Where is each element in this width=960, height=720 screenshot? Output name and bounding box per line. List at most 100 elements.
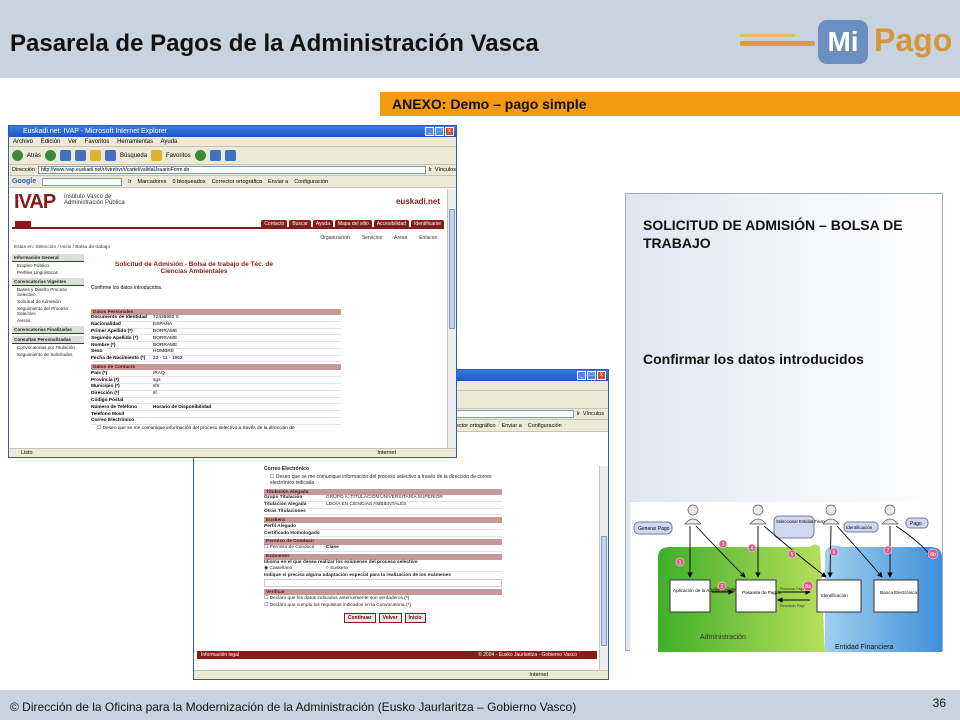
subnav-servicios[interactable]: Servicios (362, 235, 382, 241)
back-label[interactable]: Atrás (27, 153, 41, 159)
radio-euskera[interactable]: Euskera (330, 566, 348, 571)
maximize-icon[interactable]: □ (435, 127, 444, 136)
back-page-content: Correo Electrónico ☐ Deseo que se me com… (264, 465, 502, 624)
legal-bar: Información legal © 2004 - Eusko Jaurlar… (197, 651, 597, 659)
favorites-icon[interactable] (151, 150, 163, 161)
checkbox-row[interactable]: ☐ Deseo que se me comunique información … (91, 425, 341, 431)
minimize-icon[interactable]: _ (577, 371, 586, 380)
continue-button[interactable]: Continuar (344, 613, 376, 624)
field-label: Titulación Alegada (264, 502, 307, 508)
refresh-icon[interactable] (75, 150, 87, 161)
tab-accesibilidad[interactable]: Accesibilidad (373, 220, 410, 228)
google-go[interactable]: Ir (128, 176, 131, 187)
close-icon[interactable]: x (445, 127, 454, 136)
go-button[interactable]: Ir (429, 165, 432, 176)
settings-button[interactable]: Configuración (294, 176, 328, 187)
menu-ver[interactable]: Ver (68, 139, 77, 145)
tab-contacto[interactable]: Contacto (261, 220, 288, 228)
spellcheck-button[interactable]: Corrector ortográfico (212, 176, 262, 187)
send-to-button[interactable]: Enviar a (268, 176, 288, 187)
adaptation-textarea[interactable] (264, 579, 502, 588)
maximize-icon[interactable]: □ (587, 371, 596, 380)
scrollbar[interactable] (599, 466, 608, 670)
sidebar-item[interactable]: Empleo Público (12, 262, 84, 269)
menu-ayuda[interactable]: Ayuda (160, 139, 177, 145)
copyright-text: © 2004 - Eusko Jaurlaritza - Gobierno Va… (478, 652, 577, 658)
mail-icon[interactable] (209, 150, 221, 161)
sidebar-item[interactable]: Seguimiento del Proceso Selectivo (12, 305, 84, 317)
field-value (153, 412, 341, 417)
subnav-areas[interactable]: Áreas (394, 235, 407, 241)
google-search-input[interactable] (42, 178, 123, 186)
menu-herramientas[interactable]: Herramientas (117, 139, 153, 145)
home-button[interactable]: Inicio (404, 613, 426, 624)
arrow-label: Resultado Pago (780, 604, 805, 608)
subnav-organizacion[interactable]: Organización (320, 235, 349, 241)
checkbox-label: Declaro que cumplo los requisitos indica… (269, 603, 411, 609)
checkbox-row[interactable]: ☐ Declaro que cumplo los requisitos indi… (264, 602, 502, 609)
field-value (153, 418, 341, 423)
subnav-enlaces[interactable]: Enlaces (419, 235, 437, 241)
panel-subheading: Confirmar los datos introducidos (643, 351, 864, 367)
popup-blocker[interactable]: 0 bloqueados (173, 176, 206, 187)
home-icon[interactable] (90, 150, 102, 161)
field-label: Segundo Apellido (*) (91, 335, 138, 341)
user-icon (687, 504, 699, 516)
back-button[interactable]: Volver (378, 613, 402, 624)
scrollbar[interactable] (447, 189, 456, 448)
minimize-icon[interactable]: _ (425, 127, 434, 136)
tab-identificarse[interactable]: Identificarse (411, 220, 444, 228)
bookmarks-button[interactable]: Marcadores (138, 176, 167, 187)
browser-window-front[interactable]: Euskadi.net: IVAP - Microsoft Internet E… (8, 125, 457, 458)
checkbox-row[interactable]: ☐ Permiso de Conducir Clase (264, 545, 502, 552)
google-toolbar-item[interactable]: Enviar a (502, 420, 522, 431)
window-titlebar[interactable]: Euskadi.net: IVAP - Microsoft Internet E… (9, 126, 456, 137)
step-badge: 6 (833, 550, 836, 556)
field-label: Fecha de Nacimiento (*) (91, 356, 146, 362)
links-label[interactable]: Vínculos (435, 165, 456, 176)
euskadi-logo: euskadi.net (395, 197, 440, 206)
sidebar-item[interactable]: Perfiles Lingüísticos (12, 269, 84, 276)
menu-archivo[interactable]: Archivo (13, 139, 33, 145)
forward-arrow-icon[interactable] (45, 150, 57, 161)
close-icon[interactable]: x (597, 371, 606, 380)
back-arrow-icon[interactable] (12, 150, 23, 161)
favorites-label[interactable]: Favoritos (166, 153, 191, 159)
menu-edicion[interactable]: Edición (41, 139, 61, 145)
tab-ayuda[interactable]: Ayuda (312, 220, 333, 228)
stop-icon[interactable] (60, 150, 72, 161)
field-label: Grupo Titulación (264, 495, 303, 501)
field-value: sf (153, 391, 157, 397)
sidebar-item[interactable]: Seguimiento de Solicitudes (12, 351, 84, 358)
radio-group[interactable]: ◉ Castellano ○ Euskera (264, 566, 502, 573)
legal-link[interactable]: Información legal (201, 652, 239, 658)
search-label[interactable]: Búsqueda (120, 153, 147, 159)
role-label: Pago (910, 521, 922, 527)
arrow-label: Presentar Pago (780, 587, 804, 591)
print-icon[interactable] (224, 150, 236, 161)
checkbox-label: Permiso de Conducir (269, 545, 315, 551)
address-input[interactable]: http://www.ivap.euskadi.net/r/ivtrebvr/r… (37, 166, 426, 174)
sidebar-item[interactable]: Convocatorias por Titulación (12, 344, 84, 351)
breadcrumb[interactable]: Estás en: Selección / Inicio / Bolsa de … (14, 245, 110, 250)
google-toolbar-item[interactable]: Configuración (528, 420, 562, 431)
field-value: 72436950 S (153, 315, 179, 321)
sidebar-item[interactable]: Bases y Diseño Proceso Selectivo (12, 286, 84, 298)
links-label[interactable]: Vínculos (583, 409, 604, 420)
go-button[interactable]: Ir (577, 409, 580, 420)
inicio-tab[interactable] (15, 221, 31, 227)
ivap-header: IVAP Instituto Vasco de Administración P… (12, 191, 444, 217)
history-icon[interactable] (194, 150, 206, 161)
radio-castellano[interactable]: Castellano (270, 566, 293, 571)
checkbox-row[interactable]: ☐ Deseo que se me comunique información … (264, 473, 502, 487)
search-icon[interactable] (105, 150, 117, 161)
sidebar-item[interactable]: Avisos (12, 317, 84, 324)
checkbox-row[interactable]: ☐ Declaro que los datos indicados anteri… (264, 595, 502, 602)
sidebar-item[interactable]: Solicitud de Admisión (12, 298, 84, 305)
tab-mapa[interactable]: Mapa del sitio (334, 220, 372, 228)
field-value (326, 524, 502, 529)
menu-favoritos[interactable]: Favoritos (85, 139, 110, 145)
google-toolbar-item[interactable]: rector ortográfico (454, 420, 496, 431)
org-name: Instituto Vasco de Administración Públic… (64, 194, 125, 206)
tab-buscar[interactable]: Buscar (289, 220, 311, 228)
